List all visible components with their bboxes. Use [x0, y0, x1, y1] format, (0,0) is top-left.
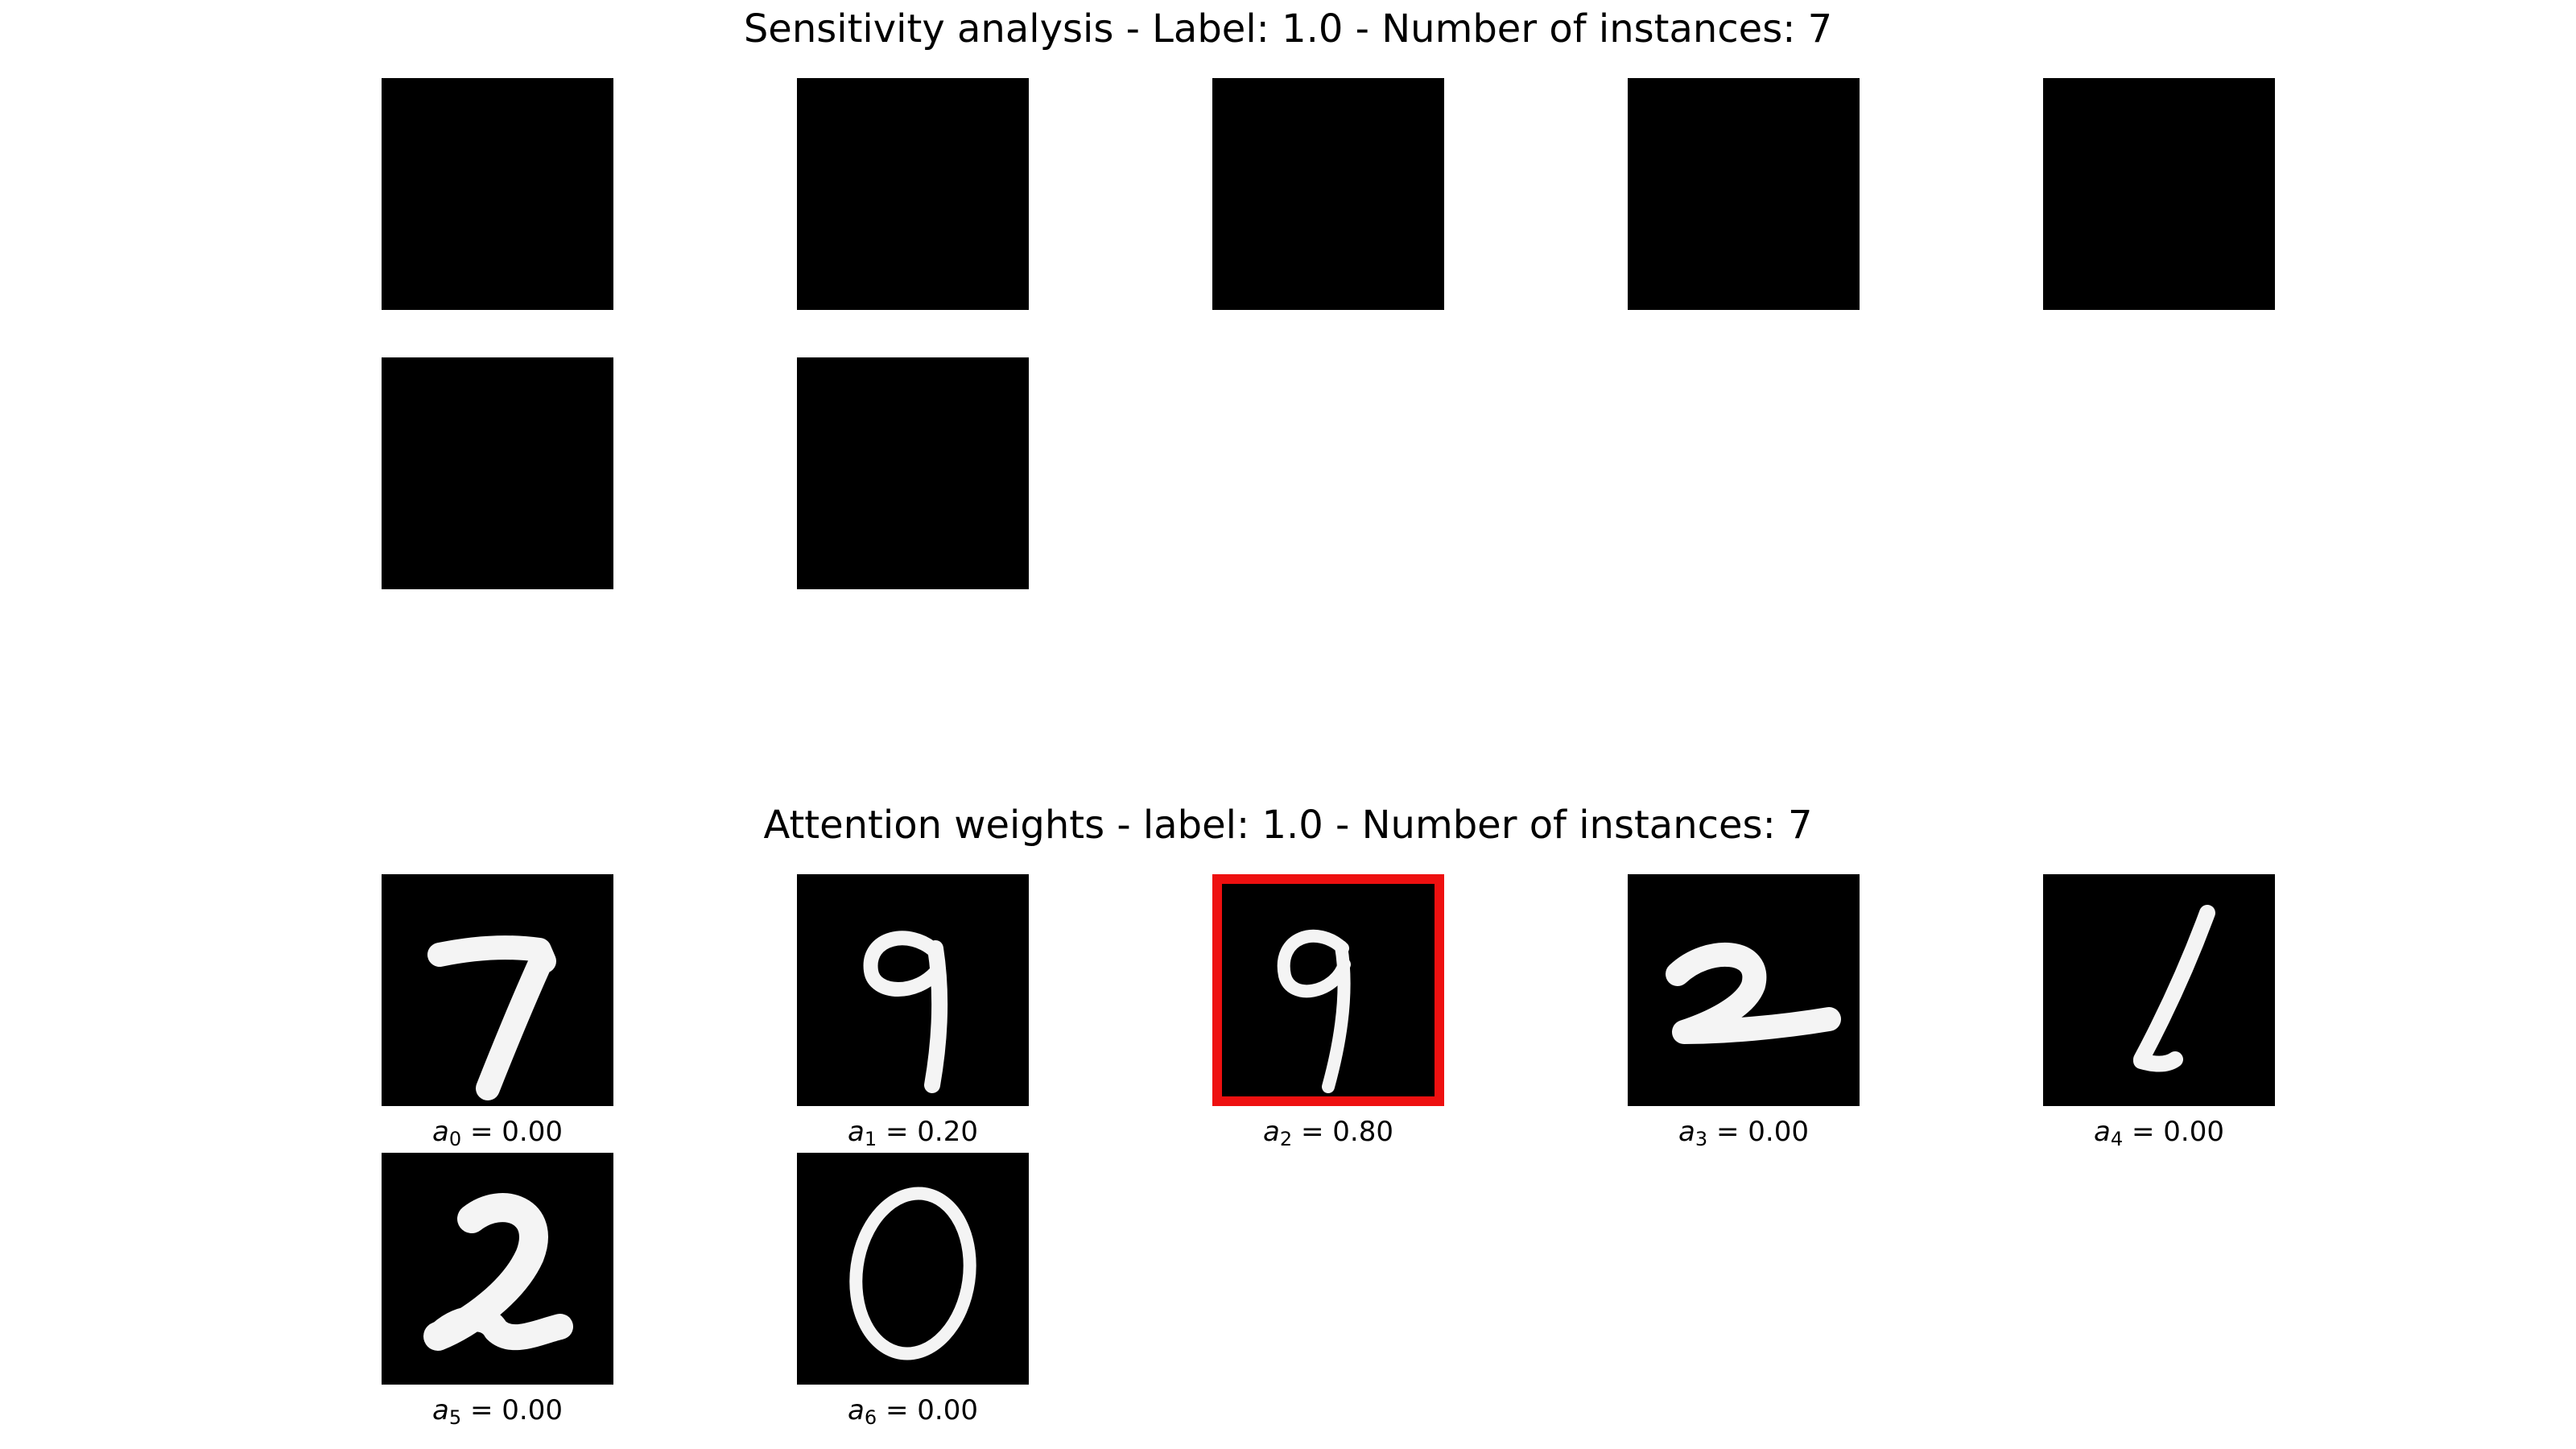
attention-caption-3: a3 = 0.00 — [1678, 1116, 1809, 1150]
sensitivity-tile-6 — [797, 357, 1029, 589]
sensitivity-tile-5 — [382, 357, 613, 589]
sensitivity-title: Sensitivity analysis - Label: 1.0 - Numb… — [743, 6, 1833, 52]
sensitivity-tile-1 — [797, 78, 1029, 310]
attention-tile-1 — [797, 874, 1029, 1106]
attention-tile-2-highlighted — [1212, 874, 1444, 1106]
digit-7-image — [427, 935, 556, 1100]
attention-tile-6 — [797, 1153, 1029, 1385]
sensitivity-tile-2 — [1212, 78, 1444, 310]
digit-9-image — [863, 931, 948, 1093]
sensitivity-tile-4 — [2043, 78, 2275, 310]
attention-title: Attention weights - label: 1.0 - Number … — [763, 803, 1813, 848]
attention-caption-4: a4 = 0.00 — [2094, 1116, 2224, 1150]
sensitivity-tile-3 — [1628, 78, 1860, 310]
digit-2-image — [1666, 942, 1841, 1044]
digit-9-image — [1277, 929, 1351, 1093]
digit-0-image — [849, 1187, 976, 1360]
attention-caption-6: a6 = 0.00 — [848, 1394, 978, 1429]
attention-caption-1: a1 = 0.20 — [848, 1116, 978, 1150]
attention-caption-0: a0 = 0.00 — [432, 1116, 563, 1150]
attention-tile-0 — [382, 874, 613, 1106]
attention-caption-5: a5 = 0.00 — [432, 1394, 563, 1429]
sensitivity-tile-0 — [382, 78, 613, 310]
attention-tile-3 — [1628, 874, 1860, 1106]
digit-1-image — [2133, 905, 2215, 1072]
attention-tile-4 — [2043, 874, 2275, 1106]
attention-tile-5 — [382, 1153, 613, 1385]
digit-2-image — [423, 1193, 573, 1351]
attention-caption-2: a2 = 0.80 — [1263, 1116, 1393, 1150]
